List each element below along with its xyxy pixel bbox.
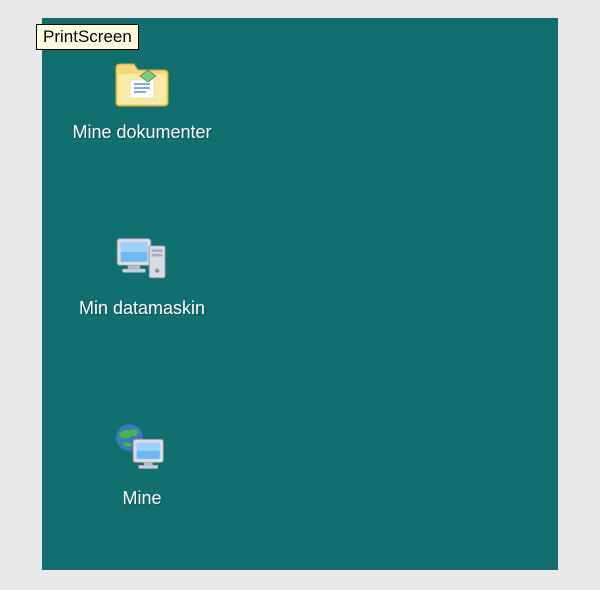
network-places-icon [110, 418, 174, 482]
desktop-icon-label: Mine [122, 488, 161, 509]
folder-documents-icon [110, 52, 174, 116]
desktop-icon-label: Mine dokumenter [72, 122, 211, 143]
computer-icon [110, 228, 174, 292]
desktop-icon-label: Min datamaskin [79, 298, 205, 319]
desktop-area[interactable]: Mine dokumenter Min datamaskin [42, 18, 558, 570]
desktop-icon-my-computer[interactable]: Min datamaskin [62, 228, 222, 319]
tooltip: PrintScreen [36, 24, 139, 50]
desktop-icon-network-places[interactable]: Mine [62, 418, 222, 509]
desktop-icon-my-documents[interactable]: Mine dokumenter [62, 52, 222, 143]
tooltip-text: PrintScreen [43, 27, 132, 46]
